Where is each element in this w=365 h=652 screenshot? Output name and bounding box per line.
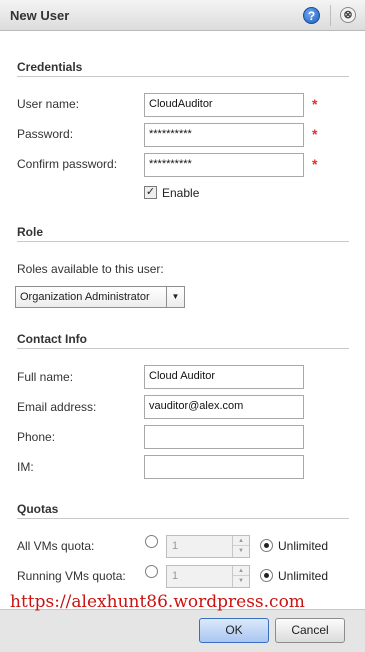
username-required-mark: * [312,96,318,112]
running-vms-quota-value: 1 [172,570,179,582]
spin-up-icon[interactable]: ▲ [233,536,249,546]
contact-divider [17,348,349,349]
role-select-value: Organization Administrator [20,291,150,303]
enable-label: Enable [162,186,200,200]
dialog-titlebar: New User ? ⊗ [0,0,365,31]
password-required-mark: * [312,126,318,142]
spin-down-icon[interactable]: ▼ [233,546,249,556]
all-vms-unlimited-radio[interactable] [260,539,273,552]
watermark-text: https://alexhunt86.wordpress.com [10,592,305,612]
spin-down-icon[interactable]: ▼ [233,576,249,586]
im-field[interactable] [144,455,304,479]
all-vms-quota-stepper[interactable]: 1 ▲ ▼ [166,535,250,558]
confirm-password-label: Confirm password: [17,157,118,171]
chevron-down-icon[interactable]: ▼ [166,287,184,307]
running-vms-unlimited-radio[interactable] [260,569,273,582]
help-icon[interactable]: ? [303,7,320,24]
spin-up-icon[interactable]: ▲ [233,566,249,576]
confirm-password-field[interactable]: ********** [144,153,304,177]
all-vms-quota-spin[interactable]: ▲ ▼ [232,536,249,557]
quotas-divider [17,518,349,519]
im-label: IM: [17,460,34,474]
ok-button[interactable]: OK [199,618,269,643]
email-label: Email address: [17,400,97,414]
confirm-password-required-mark: * [312,156,318,172]
running-vms-quota-label: Running VMs quota: [17,569,126,583]
credentials-heading: Credentials [17,60,83,74]
email-field[interactable]: vauditor@alex.com [144,395,304,419]
username-field[interactable]: CloudAuditor [144,93,304,117]
password-field[interactable]: ********** [144,123,304,147]
all-vms-unlimited-label: Unlimited [278,539,329,553]
quotas-heading: Quotas [17,502,59,516]
running-vms-quota-radio[interactable] [145,565,158,578]
role-select[interactable]: Organization Administrator ▼ [15,286,185,308]
phone-label: Phone: [17,430,56,444]
running-vms-quota-stepper[interactable]: 1 ▲ ▼ [166,565,250,588]
all-vms-quota-radio[interactable] [145,535,158,548]
all-vms-quota-value: 1 [172,540,179,552]
cancel-button[interactable]: Cancel [275,618,345,643]
phone-field[interactable] [144,425,304,449]
fullname-field[interactable]: Cloud Auditor [144,365,304,389]
enable-checkbox[interactable]: ✓ [144,186,157,199]
contact-heading: Contact Info [17,332,87,346]
running-vms-unlimited-label: Unlimited [278,569,329,583]
roles-label: Roles available to this user: [17,262,164,276]
password-label: Password: [17,127,74,141]
role-divider [17,241,349,242]
dialog-title: New User [10,8,70,23]
running-vms-quota-spin[interactable]: ▲ ▼ [232,566,249,587]
close-icon[interactable]: ⊗ [340,7,356,23]
all-vms-quota-label: All VMs quota: [17,539,95,553]
titlebar-divider [330,5,331,26]
credentials-divider [17,76,349,77]
role-heading: Role [17,225,44,239]
fullname-label: Full name: [17,370,74,384]
username-label: User name: [17,97,80,111]
